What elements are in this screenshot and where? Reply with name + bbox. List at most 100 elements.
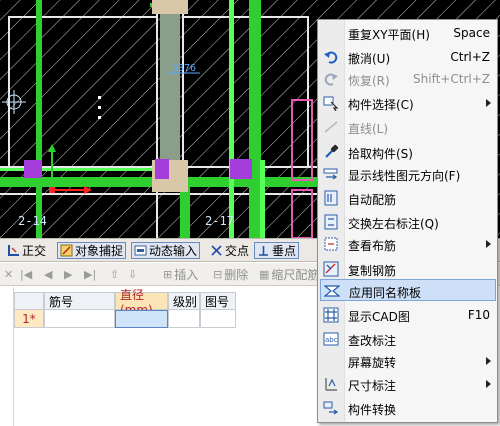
close-icon: ✕ <box>4 268 14 281</box>
undo-icon <box>324 51 338 64</box>
dynamic-input-label: 动态输入 <box>149 244 198 258</box>
menu-item-shortcut: Space <box>453 26 490 40</box>
table-cell[interactable] <box>168 310 200 328</box>
menu-item-pick-component[interactable]: 拾取构件(S) <box>320 141 496 163</box>
object-snap-icon <box>60 244 73 257</box>
intersection-button[interactable]: 交点 <box>207 242 252 259</box>
eyedropper-icon <box>325 144 339 158</box>
menu-item-label: 显示CAD图 <box>348 310 410 324</box>
insert-row-icon: ⊞ <box>163 268 173 281</box>
menu-item-copy-rebar[interactable]: 复制钢筋 <box>320 258 496 280</box>
copy-rebar-icon <box>323 261 339 277</box>
prev-row-button[interactable]: ◀ <box>44 267 52 282</box>
object-snap-button[interactable]: 对象捕捉 <box>57 242 127 259</box>
move-down-button[interactable]: ⇩ <box>128 267 137 282</box>
menu-item-view-rebar[interactable]: 查看布筋 <box>320 233 496 255</box>
axis-label: 2-14 <box>18 214 47 228</box>
redo-icon <box>324 73 338 86</box>
intersection-icon <box>211 245 222 256</box>
next-row-button[interactable]: ▶ <box>64 267 72 282</box>
ortho-button[interactable]: 正交 <box>4 242 49 259</box>
component-select-icon <box>323 96 339 111</box>
scale-rebar-button[interactable]: ▦ 缩尺配筋 <box>259 267 319 282</box>
insert-row-button[interactable]: ⊞ 插入 <box>163 267 198 282</box>
column-header[interactable]: 图号 <box>200 292 236 310</box>
menu-item-label: 显示线性图元方向(F) <box>348 169 461 183</box>
menu-item-apply-same-name-slab[interactable]: 应用同名称板 <box>320 279 496 301</box>
perpendicular-label: 垂点 <box>272 244 297 258</box>
perpendicular-button[interactable]: 垂点 <box>254 242 300 259</box>
table-cell[interactable] <box>200 310 236 328</box>
menu-item-label: 拾取构件(S) <box>348 147 413 161</box>
submenu-arrow-icon <box>486 99 491 107</box>
last-row-button[interactable]: ▶| <box>84 267 96 282</box>
delete-row-icon: ⊟ <box>213 268 223 281</box>
menu-item-shortcut: Ctrl+Z <box>450 50 490 64</box>
up-arrow-icon: ⇧ <box>110 268 120 281</box>
swap-annotation-icon <box>324 214 338 230</box>
menu-item-label: 构件选择(C) <box>348 98 414 112</box>
prev-icon: ◀ <box>44 268 53 281</box>
submenu-arrow-icon <box>486 380 491 388</box>
menu-item-component-select[interactable]: 构件选择(C) <box>320 92 496 114</box>
submenu-arrow-icon <box>486 240 491 248</box>
menu-item-screen-rotate[interactable]: 屏幕旋转 <box>320 350 496 372</box>
edit-annotation-icon: abc <box>323 332 339 346</box>
line-icon <box>324 121 338 133</box>
column-header[interactable]: 筋号 <box>44 292 115 310</box>
scale-rebar-icon: ▦ <box>259 268 270 281</box>
menu-item-dimension[interactable]: 尺寸标注 <box>320 373 496 395</box>
menu-item-label: 构件转换 <box>348 403 397 417</box>
row-header-corner <box>14 292 44 310</box>
dimension-text: 5376 <box>172 63 196 74</box>
menu-item-shortcut: F10 <box>467 308 490 322</box>
menu-item-redo[interactable]: 恢复(R) Shift+Ctrl+Z <box>320 68 496 90</box>
insert-row-label: 插入 <box>174 268 199 282</box>
menu-item-label: 复制钢筋 <box>348 264 397 278</box>
scale-rebar-label: 缩尺配筋 <box>271 268 320 282</box>
menu-item-shortcut: Shift+Ctrl+Z <box>413 72 490 86</box>
menu-item-auto-rebar[interactable]: 自动配筋 <box>320 187 496 209</box>
dynamic-input-icon <box>134 245 147 256</box>
last-icon: ▶| <box>84 268 97 281</box>
menu-item-label: 查看布筋 <box>348 239 397 253</box>
delete-row-label: 删除 <box>224 268 249 282</box>
svg-text:abc: abc <box>325 336 338 344</box>
menu-item-repeat-xy-plane[interactable]: 重复XY平面(H) Space <box>320 22 496 44</box>
row-header[interactable]: 1* <box>14 310 44 328</box>
menu-item-show-cad[interactable]: 显示CAD图 F10 <box>320 304 496 326</box>
menu-item-undo[interactable]: 撤消(U) Ctrl+Z <box>320 46 496 68</box>
panel-close-button[interactable]: ✕ <box>4 267 13 282</box>
down-arrow-icon: ⇩ <box>128 268 138 281</box>
menu-item-swap-annotation[interactable]: 交换左右标注(Q) <box>320 211 496 233</box>
column-header[interactable]: 级别 <box>168 292 200 310</box>
dimension-icon <box>325 378 337 391</box>
submenu-arrow-icon <box>486 357 491 365</box>
first-row-button[interactable]: |◀ <box>20 267 32 282</box>
auto-rebar-icon <box>324 190 338 206</box>
menu-item-label: 重复XY平面(H) <box>348 28 430 42</box>
view-rebar-icon <box>324 237 338 251</box>
column-header[interactable]: 直径(mm) <box>115 288 168 317</box>
context-menu: 重复XY平面(H) Space 撤消(U) Ctrl+Z 恢复(R) Shift… <box>317 19 498 423</box>
object-snap-label: 对象捕捉 <box>75 244 124 258</box>
move-up-button[interactable]: ⇧ <box>110 267 119 282</box>
apply-same-name-icon <box>324 285 340 297</box>
menu-item-component-convert[interactable]: 构件转换 <box>320 397 496 419</box>
delete-row-button[interactable]: ⊟ 删除 <box>213 267 248 282</box>
ortho-icon <box>8 245 19 256</box>
table-cell-editing[interactable] <box>115 310 168 328</box>
menu-item-label: 自动配筋 <box>348 193 397 207</box>
menu-item-label: 交换左右标注(Q) <box>348 217 439 231</box>
menu-item-show-direction[interactable]: 显示线性图元方向(F) <box>320 163 496 185</box>
menu-item-label: 应用同名称板 <box>349 286 422 300</box>
menu-item-edit-annotation[interactable]: abc 查改标注 <box>320 328 496 350</box>
menu-item-line[interactable]: 直线(L) <box>320 116 496 138</box>
menu-item-label: 尺寸标注 <box>348 379 397 393</box>
first-icon: |◀ <box>20 268 33 281</box>
ortho-label: 正交 <box>22 244 47 258</box>
menu-item-label: 屏幕旋转 <box>348 356 397 370</box>
table-cell[interactable] <box>44 310 115 328</box>
dynamic-input-button[interactable]: 动态输入 <box>131 242 201 259</box>
perpendicular-icon <box>259 246 268 256</box>
